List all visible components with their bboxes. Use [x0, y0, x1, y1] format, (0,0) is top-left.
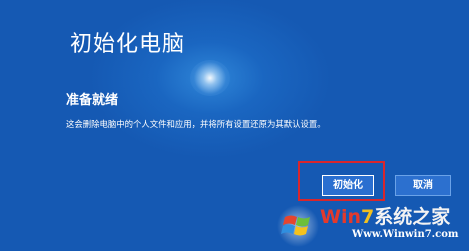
- watermark-brand-win: Win: [320, 206, 361, 228]
- watermark-url: Www.Winwin7.com: [352, 229, 459, 240]
- page-title: 初始化电脑: [70, 32, 186, 57]
- initialize-button[interactable]: 初始化: [322, 175, 374, 196]
- watermark-brand: Win7系统之家: [320, 202, 450, 229]
- site-watermark: Win7系统之家 Www.Winwin7.com: [272, 196, 469, 251]
- ready-heading: 准备就绪: [66, 93, 119, 108]
- reset-pc-screen: 初始化电脑 准备就绪 这会删除电脑中的个人文件和应用，并将所有设置还原为其默认设…: [0, 0, 469, 251]
- watermark-brand-name: 系统之家: [374, 206, 451, 228]
- light-glow: [190, 60, 230, 96]
- reset-description: 这会删除电脑中的个人文件和应用，并将所有设置还原为其默认设置。: [66, 119, 326, 129]
- watermark-brand-7: 7: [361, 206, 375, 228]
- windows-7-logo-icon: [277, 205, 319, 247]
- cancel-button[interactable]: 取消: [395, 175, 451, 196]
